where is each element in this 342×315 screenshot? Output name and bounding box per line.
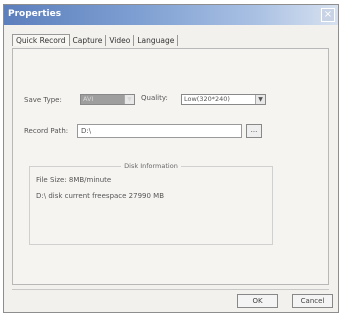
dialog-title: Properties [8, 9, 62, 19]
tab-strip: Quick Record Capture Video Language [12, 34, 179, 48]
browse-button[interactable]: ... [246, 124, 262, 138]
save-type-value: AVI [83, 95, 94, 103]
quality-select[interactable]: Low(320*240) ▼ [181, 94, 266, 105]
quality-value: Low(320*240) [184, 95, 230, 103]
disk-info-group: Disk Information File Size: 8MB/minute D… [29, 162, 273, 245]
quick-record-panel: Save Type: AVI ▼ Quality: Low(320*240) ▼… [12, 48, 329, 285]
tab-capture[interactable]: Capture [70, 35, 107, 46]
footer-divider [12, 289, 329, 290]
save-type-label: Save Type: [24, 96, 62, 104]
disk-info-title: Disk Information [121, 162, 181, 170]
free-space-text: D:\ disk current freespace 27990 MB [36, 192, 165, 200]
tab-quick-record[interactable]: Quick Record [12, 34, 70, 46]
cancel-button[interactable]: Cancel [292, 294, 333, 308]
ok-button[interactable]: OK [237, 294, 278, 308]
close-button[interactable]: × [321, 8, 335, 22]
file-size-text: File Size: 8MB/minute [36, 176, 112, 184]
tab-language[interactable]: Language [134, 35, 179, 46]
chevron-down-icon: ▼ [124, 95, 134, 104]
record-path-input[interactable]: D:\ [77, 124, 242, 138]
close-icon: × [323, 9, 333, 20]
chevron-down-icon: ▼ [255, 95, 265, 104]
title-bar[interactable]: Properties × [4, 5, 338, 25]
tab-video[interactable]: Video [106, 35, 135, 46]
save-type-select[interactable]: AVI ▼ [80, 94, 135, 105]
properties-dialog: Properties × Quick Record Capture Video Lan… [3, 4, 339, 313]
record-path-label: Record Path: [24, 127, 69, 135]
quality-label: Quality: [141, 94, 168, 102]
